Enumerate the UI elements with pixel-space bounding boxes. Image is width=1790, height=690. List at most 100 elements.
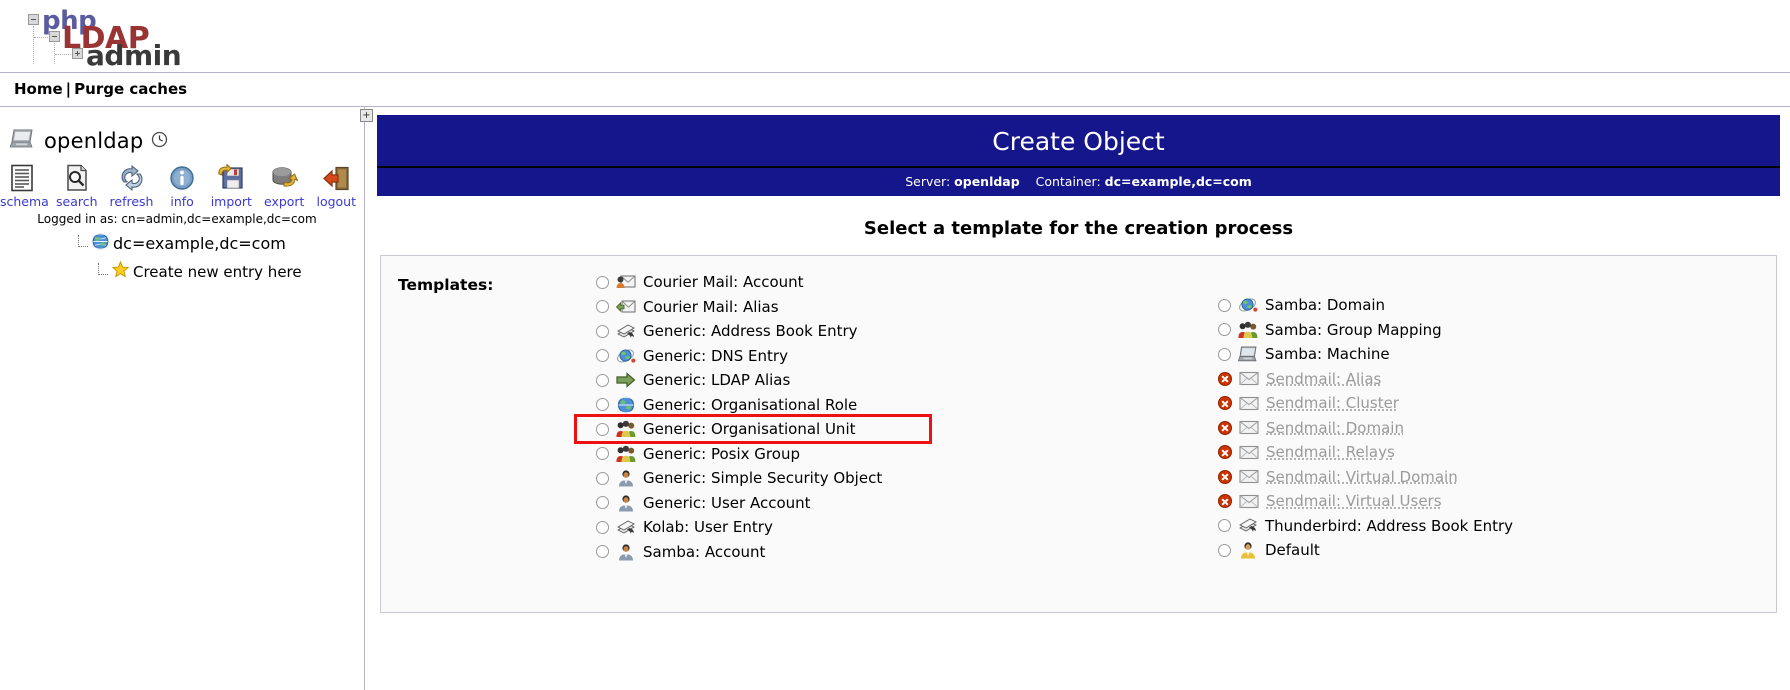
template-radio[interactable] [596,496,609,510]
template-option-label[interactable]: Generic: DNS Entry [643,347,788,365]
template-option-samba-domain[interactable]: Samba: Domain [1218,293,1776,318]
toolbar-label-info: info [170,194,194,209]
tree-item-create-entry[interactable]: Create new entry here [0,260,364,282]
toolbar-item-export[interactable]: export [263,163,305,209]
template-option-label[interactable]: Courier Mail: Alias [643,298,779,316]
envelope-icon [1239,419,1259,437]
template-option-label[interactable]: Samba: Domain [1265,296,1385,314]
template-radio[interactable] [596,398,609,412]
template-radio[interactable] [596,471,609,485]
envelope-icon [1239,370,1259,388]
server-toolbar: schema search refresh info import export… [0,163,364,209]
template-option-label[interactable]: Generic: Organisational Role [643,396,857,414]
template-option-label[interactable]: Generic: Organisational Unit [643,420,856,438]
globe-icon [90,233,111,254]
template-radio[interactable] [1218,543,1231,557]
toolbar-item-import[interactable]: import [211,163,252,209]
template-option-generic-ldap-alias[interactable]: Generic: LDAP Alias [596,368,1154,393]
template-option-samba-account[interactable]: Samba: Account [596,540,1154,565]
template-option-label[interactable]: Courier Mail: Account [643,273,804,291]
template-option-label[interactable]: Generic: Simple Security Object [643,469,882,487]
template-option-default[interactable]: Default [1218,538,1776,563]
toolbar-item-refresh[interactable]: refresh [110,163,154,209]
template-option-generic-dns-entry[interactable]: Generic: DNS Entry [596,344,1154,369]
group-icon [616,420,636,438]
navigation-bar: Home | Purge caches [0,73,1790,106]
template-radio[interactable] [1218,323,1231,337]
template-radio[interactable] [1218,519,1231,533]
user-icon [616,469,636,487]
template-radio[interactable] [596,447,609,461]
tree-label-create-entry[interactable]: Create new entry here [133,263,302,281]
template-radio[interactable] [596,520,609,534]
server-label: Server: [905,174,951,189]
toolbar-item-search[interactable]: search [56,163,98,209]
export-icon [264,163,305,193]
nav-home-link[interactable]: Home [14,80,63,98]
template-option-label[interactable]: Generic: Posix Group [643,445,800,463]
template-option-label: Sendmail: Domain [1266,418,1404,437]
toolbar-label-export: export [263,194,305,209]
envelope-icon [1239,468,1259,486]
toolbar-item-info[interactable]: info [165,163,198,209]
main-split: + openldap schema search refresh info im… [0,106,1790,690]
template-option-label[interactable]: Samba: Account [643,543,765,561]
user-color-icon [1238,541,1258,559]
template-option-generic-posix-group[interactable]: Generic: Posix Group [596,442,1154,467]
template-radio[interactable] [596,545,609,559]
template-option-generic-simple-security-object[interactable]: Generic: Simple Security Object [596,466,1154,491]
computer-icon [1238,345,1258,363]
template-option-label[interactable]: Generic: Address Book Entry [643,322,858,340]
template-option-label[interactable]: Samba: Group Mapping [1265,321,1442,339]
template-option-label[interactable]: Samba: Machine [1265,345,1390,363]
context-bar: Server: openldap Container: dc=example,d… [377,168,1780,196]
toolbar-item-logout[interactable]: logout [316,163,356,209]
template-option-thunderbird-address-book-entry[interactable]: Thunderbird: Address Book Entry [1218,514,1776,539]
tree-item-base-dn[interactable]: dc=example,dc=com [0,233,364,254]
app-logo[interactable]: php LDAP admin [14,6,244,70]
section-title: Select a template for the creation proce… [863,218,1294,239]
template-option-samba-machine[interactable]: Samba: Machine [1218,342,1776,367]
template-option-samba-group-mapping[interactable]: Samba: Group Mapping [1218,318,1776,343]
template-radio[interactable] [596,349,609,363]
disabled-x-icon [1218,371,1232,386]
logged-in-status: Logged in as: cn=admin,dc=example,dc=com [37,212,317,226]
template-option-label[interactable]: Generic: User Account [643,494,811,512]
disabled-x-icon [1218,469,1232,484]
template-option-generic-organisational-unit[interactable]: Generic: Organisational Unit [574,414,1154,444]
arrow-right-icon [616,371,636,389]
template-option-sendmail-alias: Sendmail: Alias [1218,367,1776,392]
template-option-label[interactable]: Thunderbird: Address Book Entry [1265,517,1513,535]
disabled-x-icon [1218,420,1232,435]
content-area: Create Object Server: openldap Container… [365,107,1790,690]
template-radio[interactable] [1218,298,1231,312]
template-option-courier-mail-account[interactable]: Courier Mail: Account [596,270,1154,295]
template-option-kolab-user-entry[interactable]: Kolab: User Entry [596,515,1154,540]
refresh-icon [110,163,154,193]
template-radio[interactable] [596,324,609,338]
tree-label-base-dn[interactable]: dc=example,dc=com [113,234,286,253]
template-option-label[interactable]: Kolab: User Entry [643,518,773,536]
template-radio[interactable] [596,373,609,387]
search-icon [56,163,98,193]
template-option-courier-mail-alias[interactable]: Courier Mail: Alias [596,295,1154,320]
template-option-generic-organisational-role[interactable]: Generic: Organisational Role [596,393,1154,418]
template-radio[interactable] [1218,347,1231,361]
nav-purge-caches-link[interactable]: Purge caches [74,80,187,98]
expand-panel-button[interactable]: + [360,109,373,122]
template-option-label[interactable]: Default [1265,541,1320,559]
template-option-sendmail-domain: Sendmail: Domain [1218,416,1776,441]
template-radio[interactable] [596,275,609,289]
template-radio[interactable] [596,300,609,314]
group-icon [1238,321,1258,339]
server-row[interactable]: openldap [0,127,364,155]
template-option-generic-address-book-entry[interactable]: Generic: Address Book Entry [596,319,1154,344]
tree-elbow-icon-1 [78,235,88,247]
template-radio[interactable] [596,422,609,436]
template-option-label[interactable]: Generic: LDAP Alias [643,371,790,389]
toolbar-item-schema[interactable]: schema [0,163,49,209]
template-option-label: Sendmail: Cluster [1266,394,1399,413]
template-option-generic-user-account[interactable]: Generic: User Account [596,491,1154,516]
tree-elbow-icon-2 [98,263,108,275]
dns-globe-icon [1238,296,1258,314]
